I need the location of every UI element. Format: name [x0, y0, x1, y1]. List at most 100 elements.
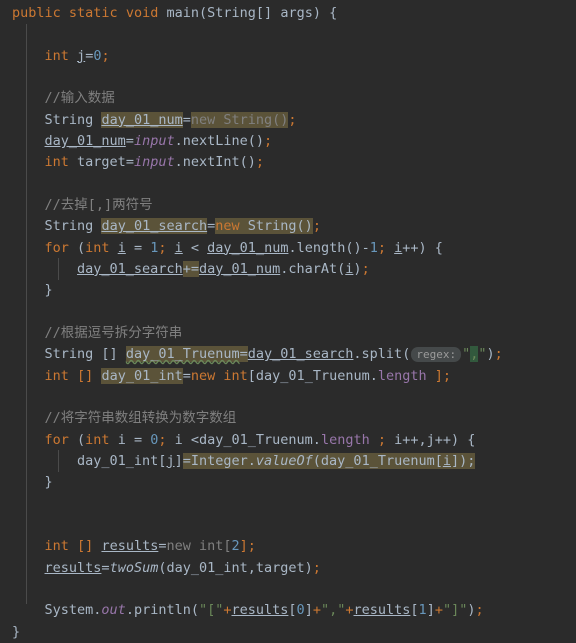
code-editor[interactable]: public static void main(String[] args) {… [0, 0, 576, 640]
string-open-bracket: "[" [198, 602, 224, 619]
code-line-12[interactable]: for (int i = 1; i < day_01_num.length()-… [0, 238, 576, 259]
variable-day01int-index: day_01_int[ [77, 452, 167, 469]
bracket-close: ] [426, 602, 435, 619]
code-line-1[interactable]: public static void main(String[] args) { [0, 3, 576, 24]
field-length: length [377, 367, 427, 384]
paren-open: ( [199, 5, 208, 21]
keyword-int: int [85, 239, 110, 256]
code-line-20[interactable]: //将字符串数组转换为数字数组 [0, 408, 576, 429]
brace-close-loop-1: } [44, 282, 53, 299]
comment-input-data: //输入数据 [44, 90, 115, 107]
keyword-new-greyed: new [166, 538, 191, 555]
code-line-27[interactable]: results=twoSum(day_01_int,target); [0, 558, 576, 579]
keyword-int-array: int [] [44, 538, 94, 555]
semicolon: ; [255, 154, 265, 171]
variable-results: results [44, 559, 102, 576]
code-line-16[interactable]: //根据逗号拆分字符串 [0, 323, 576, 344]
variable-day01int-declaration: day_01_int [101, 367, 183, 384]
index-j: j [166, 452, 175, 469]
code-line-5[interactable]: //输入数据 [0, 88, 576, 109]
string-quote-open: " [462, 346, 471, 363]
code-line-8[interactable]: int target=input.nextInt(); [0, 152, 576, 173]
code-line-19-blank[interactable] [0, 387, 576, 408]
semicolon: ; [369, 431, 395, 448]
paren-close: ) [467, 602, 476, 619]
paren-open: ( [68, 431, 86, 448]
literal-one: 1 [369, 239, 378, 256]
operator-concat: + [223, 602, 232, 619]
code-line-26[interactable]: int [] results=new int[2]; [0, 536, 576, 557]
string-close-bracket: "]" [442, 602, 468, 619]
paren-close: ) [486, 346, 495, 363]
keyword-new: new [190, 367, 216, 384]
code-line-9-blank[interactable] [0, 174, 576, 195]
code-line-11[interactable]: String day_01_search=new String(); [0, 216, 576, 237]
param-args: args [280, 5, 313, 21]
variable-day01truenum-declaration: day_01_Truenum [125, 346, 240, 363]
code-line-17[interactable]: String [] day_01_Truenum=day_01_search.s… [0, 344, 576, 365]
constructor-string-call: String() [247, 218, 313, 235]
semicolon: ; [288, 111, 297, 128]
semicolon: ; [263, 132, 273, 149]
operator-increment: ++) [402, 239, 435, 256]
operator-assign: = [125, 431, 151, 448]
type-int-array-greyed: int[ [199, 538, 232, 555]
variable-j: j [77, 47, 86, 64]
code-line-30[interactable]: } [0, 622, 576, 643]
loop-var-i-condition: i [174, 239, 183, 256]
semicolon: ; [361, 260, 370, 277]
code-line-25-blank[interactable] [0, 515, 576, 536]
code-line-2-blank[interactable] [0, 24, 576, 45]
operator-less-than: < [182, 239, 208, 256]
operator-concat: + [345, 602, 354, 619]
type-string-array: String [] [44, 346, 118, 363]
keyword-int: int [85, 431, 110, 448]
code-line-3[interactable]: int j=0; [0, 46, 576, 67]
loop-var-i: i [117, 431, 126, 448]
operator-assign: = [125, 132, 134, 149]
comment-split-by-comma: //根据逗号拆分字符串 [44, 324, 183, 341]
index-i: i [442, 452, 451, 469]
semicolon: ; [158, 431, 175, 448]
code-line-14[interactable]: } [0, 280, 576, 301]
semicolon: ; [101, 47, 110, 64]
constructor-string-call: String() [223, 111, 289, 128]
call-arguments: (day_01_int,target) [158, 559, 313, 576]
field-out: out [101, 602, 126, 619]
literal-two: 2 [231, 538, 240, 555]
operator-assign: = [182, 367, 191, 384]
code-line-18[interactable]: int [] day_01_int=new int[day_01_Truenum… [0, 366, 576, 387]
code-line-28-blank[interactable] [0, 579, 576, 600]
code-line-24-blank[interactable] [0, 494, 576, 515]
bracket-close-semicolon: ]; [239, 538, 256, 555]
call-split: .split( [353, 346, 411, 363]
variable-target: target [77, 154, 126, 171]
code-line-7[interactable]: day_01_num=input.nextLine(); [0, 131, 576, 152]
call-nextline: .nextLine() [174, 132, 264, 149]
code-line-10[interactable]: //去掉[,]两符号 [0, 195, 576, 216]
operator-assign: = [182, 452, 191, 469]
code-line-21[interactable]: for (int i = 0; i <day_01_Truenum.length… [0, 430, 576, 451]
variable-results-declaration: results [101, 538, 159, 555]
method-valueof: valueOf [255, 452, 313, 469]
code-line-13[interactable]: day_01_search+=day_01_num.charAt(i); [0, 259, 576, 280]
operator-assign: = [101, 559, 110, 576]
comment-convert-to-numbers: //将字符串数组转换为数字数组 [44, 410, 237, 427]
class-system: System. [44, 602, 102, 619]
code-line-4-blank[interactable] [0, 67, 576, 88]
param-type-string-array: String[] [207, 5, 273, 21]
arg-close: ]); [450, 452, 476, 469]
code-line-22[interactable]: day_01_int[j]=Integer.valueOf(day_01_Tru… [0, 451, 576, 472]
code-line-15-blank[interactable] [0, 302, 576, 323]
inlay-hint-regex[interactable]: regex: [411, 347, 462, 363]
code-line-29[interactable]: System.out.println("["+results[0]+","+re… [0, 600, 576, 621]
code-line-23[interactable]: } [0, 472, 576, 493]
keyword-for: for [44, 239, 69, 256]
call-println: .println( [125, 602, 199, 619]
call-charat: .charAt( [280, 260, 346, 277]
operator-concat: + [434, 602, 443, 619]
code-line-6[interactable]: String day_01_num=new String(); [0, 110, 576, 131]
variable-day01num: day_01_num [44, 132, 126, 149]
paren-open: ( [68, 239, 86, 256]
